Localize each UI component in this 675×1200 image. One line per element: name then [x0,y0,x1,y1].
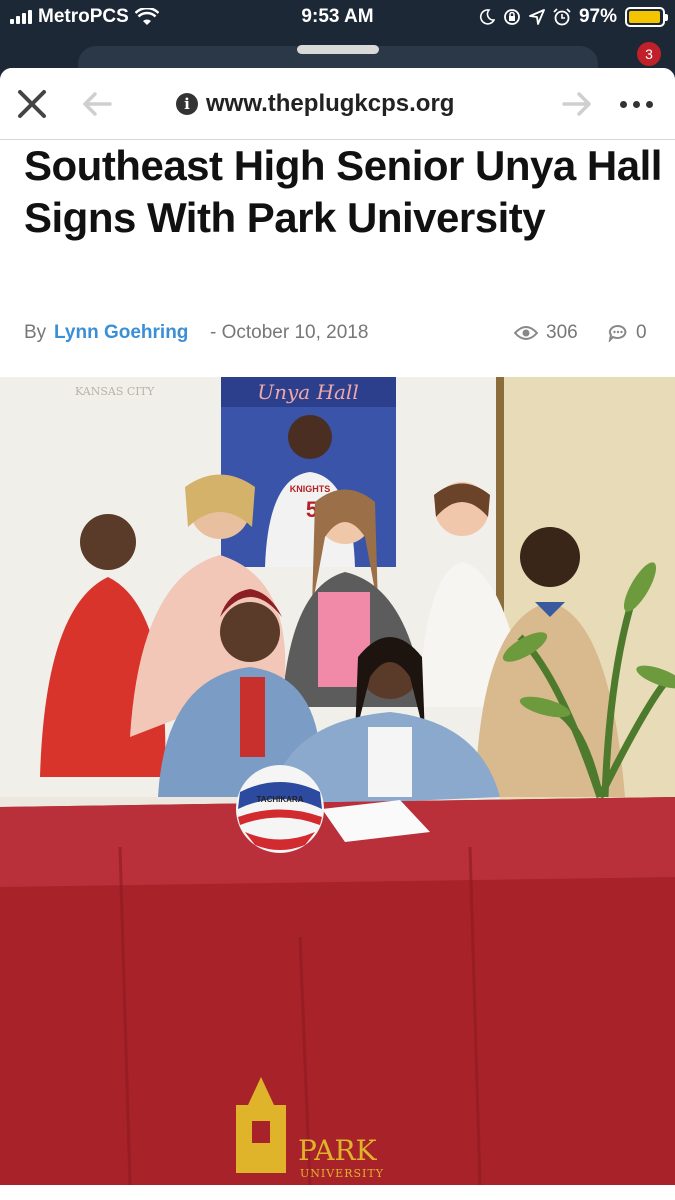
comment-count[interactable]: 0 [608,322,647,344]
back-arrow-icon [83,92,112,116]
comment-count-value: 0 [636,322,647,343]
close-button[interactable] [14,86,50,122]
status-bar: MetroPCS 9:53 AM 97% [0,0,675,36]
location-icon [529,9,545,25]
back-button[interactable] [80,88,114,120]
ball-brand: TACHIKARA [257,795,304,804]
byline-prefix: By [24,322,47,343]
forward-arrow-icon [562,92,591,116]
comment-icon [608,324,627,342]
close-icon [18,90,46,118]
view-count-value: 306 [546,322,578,343]
url-text: www.theplugkcps.org [206,90,455,117]
battery-icon [625,7,668,27]
article-meta: By Lynn Goehring - October 10, 2018 306 … [24,318,654,348]
signing-photo-illustration: KANSAS CITY Unya Hall KNIGHTS 5 TACHIKAR… [0,377,675,1185]
battery-percent: 97% [578,6,617,27]
forward-button[interactable] [560,88,594,120]
more-icon[interactable] [620,94,664,114]
alarm-icon [553,8,571,26]
url-display[interactable]: i www.theplugkcps.org [176,90,454,118]
wall-text: KANSAS CITY [75,385,155,398]
banner-name: Unya Hall [257,380,358,404]
notification-badge: 3 [637,42,661,66]
banner-team: KNIGHTS [290,484,331,494]
article-title: Southeast High Senior Unya Hall Signs Wi… [24,142,662,241]
info-icon[interactable]: i [176,93,198,115]
eye-icon [514,326,538,340]
logo-sub: UNIVERSITY [300,1167,384,1180]
browser-toolbar: i www.theplugkcps.org [0,68,675,140]
view-count: 306 [514,322,578,344]
in-app-browser-sheet: i www.theplugkcps.org Southeast High Sen… [0,68,675,1200]
rotation-lock-icon [504,9,520,25]
publish-date: - October 10, 2018 [210,322,369,343]
sheet-grabber-handle[interactable] [297,45,379,54]
do-not-disturb-icon [479,9,495,25]
author-link[interactable]: Lynn Goehring [54,322,188,344]
logo-name: PARK [298,1134,378,1167]
article-photo[interactable]: KANSAS CITY Unya Hall KNIGHTS 5 TACHIKAR… [0,377,675,1185]
